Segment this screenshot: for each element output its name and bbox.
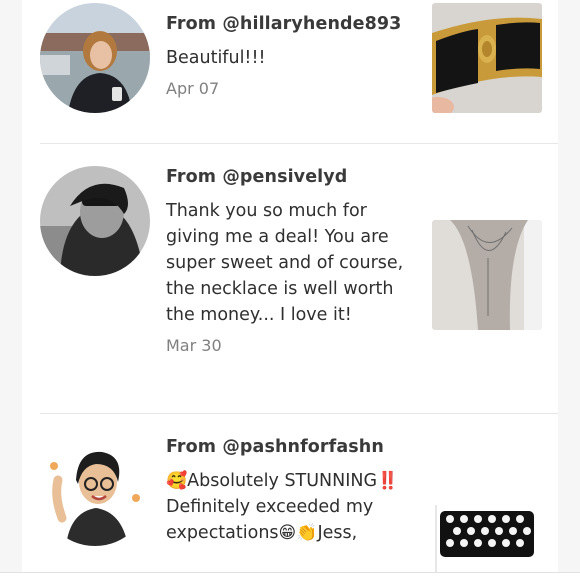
reviews-card: From @hillaryhende893 Beautiful!!! Apr 0… bbox=[22, 0, 558, 572]
bracelet-photo bbox=[432, 3, 542, 113]
wallet-photo bbox=[432, 505, 542, 572]
review-date: Mar 30 bbox=[166, 336, 222, 355]
reviewer-handle[interactable]: From @hillaryhende893 bbox=[166, 14, 414, 34]
review-text: Beautiful!!! bbox=[166, 48, 266, 68]
bitmoji-avatar bbox=[40, 436, 150, 546]
review-text: Thank you so much for giving me a deal! … bbox=[166, 201, 404, 325]
divider bbox=[40, 143, 558, 144]
reviewer-handle[interactable]: From @pensivelyd bbox=[166, 167, 414, 187]
avatar-photo bbox=[40, 166, 150, 276]
review-date: Apr 07 bbox=[166, 79, 220, 98]
listing-thumbnail[interactable] bbox=[432, 505, 542, 572]
review-content: From @pashnforfashn 🥰Absolutely STUNNING… bbox=[166, 437, 414, 546]
reviewer-avatar[interactable] bbox=[40, 436, 150, 546]
avatar-photo bbox=[40, 3, 150, 113]
smiling-hearts-emoji-icon: 🥰 bbox=[166, 471, 188, 491]
review-content: From @hillaryhende893 Beautiful!!! Apr 0… bbox=[166, 14, 414, 98]
review-content: From @pensivelyd Thank you so much for g… bbox=[166, 167, 414, 355]
review-text-part: Jess, bbox=[317, 523, 358, 543]
listing-thumbnail[interactable] bbox=[432, 220, 542, 330]
reviewer-avatar[interactable] bbox=[40, 3, 150, 113]
review-text-part: Absolutely STUNNING bbox=[187, 471, 378, 491]
grin-clap-emoji-icon: 😁👏 bbox=[278, 523, 318, 543]
reviewer-handle[interactable]: From @pashnforfashn bbox=[166, 437, 414, 457]
necklace-photo bbox=[432, 220, 542, 330]
review-text: 🥰Absolutely STUNNING‼️ Definitely exceed… bbox=[166, 468, 414, 546]
reviewer-avatar[interactable] bbox=[40, 166, 150, 276]
divider bbox=[40, 413, 558, 414]
double-exclamation-emoji-icon: ‼️ bbox=[377, 471, 399, 491]
listing-thumbnail[interactable] bbox=[432, 3, 542, 113]
